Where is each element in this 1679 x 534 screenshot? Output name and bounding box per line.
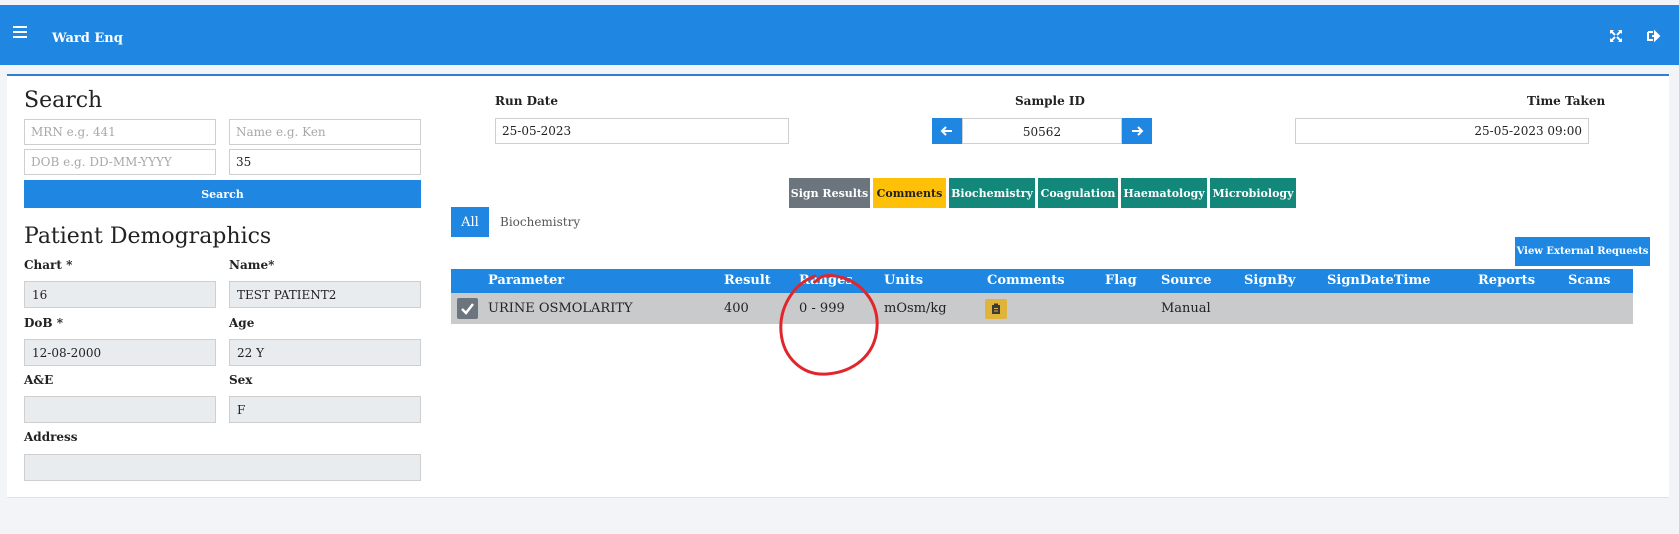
filter-biochemistry-link[interactable]: Biochemistry bbox=[500, 215, 580, 229]
biochemistry-button[interactable]: Biochemistry bbox=[949, 178, 1035, 208]
coagulation-button[interactable]: Coagulation bbox=[1038, 178, 1118, 208]
comments-button[interactable]: Comments bbox=[873, 178, 946, 208]
checkmark-icon bbox=[461, 303, 474, 315]
col-flag: Flag bbox=[1105, 273, 1137, 288]
sign-results-button[interactable]: Sign Results bbox=[789, 178, 870, 208]
dob-field: 12-08-2000 bbox=[24, 339, 216, 366]
col-sign-by: SignBy bbox=[1244, 273, 1296, 288]
view-external-requests-button[interactable]: View External Requests bbox=[1515, 237, 1650, 266]
search-heading: Search bbox=[24, 88, 103, 113]
col-reports: Reports bbox=[1478, 273, 1536, 288]
row-select-checkbox[interactable] bbox=[457, 298, 478, 319]
search-button[interactable]: Search bbox=[24, 180, 421, 208]
expand-icon[interactable] bbox=[1609, 29, 1623, 43]
col-comments: Comments bbox=[987, 273, 1065, 288]
run-date-label: Run Date bbox=[495, 94, 558, 108]
cell-ranges: 0 - 999 bbox=[799, 301, 845, 316]
ae-label: A&E bbox=[24, 373, 54, 387]
menu-icon[interactable] bbox=[13, 26, 27, 40]
cell-source: Manual bbox=[1161, 301, 1211, 316]
logout-icon[interactable] bbox=[1647, 29, 1661, 43]
top-bar: Ward Enq bbox=[0, 5, 1679, 65]
time-taken-label: Time Taken bbox=[1527, 94, 1606, 108]
chart-label: Chart * bbox=[24, 258, 73, 272]
sex-field: F bbox=[229, 396, 421, 423]
arrow-left-icon bbox=[940, 126, 952, 136]
cell-units: mOsm/kg bbox=[884, 301, 947, 316]
col-sign-date-time: SignDateTime bbox=[1327, 273, 1431, 288]
previous-sample-button[interactable] bbox=[932, 118, 962, 144]
patient-name-field: TEST PATIENT2 bbox=[229, 281, 421, 308]
arrow-right-icon bbox=[1132, 126, 1144, 136]
age-field: 22 Y bbox=[229, 339, 421, 366]
sex-label: Sex bbox=[229, 373, 253, 387]
address-field bbox=[24, 454, 421, 481]
col-result: Result bbox=[724, 273, 771, 288]
filter-all-button[interactable]: All bbox=[451, 207, 489, 237]
col-parameter: Parameter bbox=[488, 273, 565, 288]
run-date-input[interactable] bbox=[495, 118, 789, 144]
cell-result: 400 bbox=[724, 301, 749, 316]
table-row[interactable]: URINE OSMOLARITY 400 0 - 999 mOsm/kg Man… bbox=[451, 293, 1633, 324]
haematology-button[interactable]: Haematology bbox=[1121, 178, 1207, 208]
ae-field bbox=[24, 396, 216, 423]
col-units: Units bbox=[884, 273, 924, 288]
age-label: Age bbox=[229, 316, 255, 330]
cell-parameter: URINE OSMOLARITY bbox=[488, 301, 633, 316]
name-label: Name* bbox=[229, 258, 275, 272]
demographics-heading: Patient Demographics bbox=[24, 224, 272, 249]
mrn-input[interactable] bbox=[24, 119, 216, 145]
col-scans: Scans bbox=[1568, 273, 1611, 288]
clipboard-icon bbox=[992, 303, 1000, 314]
dob-input[interactable] bbox=[24, 149, 216, 175]
dob-label: DoB * bbox=[24, 316, 64, 330]
sample-id-label: Sample ID bbox=[1015, 94, 1085, 108]
comment-clipboard-button[interactable] bbox=[985, 299, 1007, 319]
chart-field: 16 bbox=[24, 281, 216, 308]
col-ranges: Ranges bbox=[799, 273, 853, 288]
search-extra-input[interactable] bbox=[229, 149, 421, 175]
address-label: Address bbox=[24, 430, 78, 444]
next-sample-button[interactable] bbox=[1122, 118, 1152, 144]
microbiology-button[interactable]: Microbiology bbox=[1210, 178, 1296, 208]
time-taken-input[interactable] bbox=[1295, 118, 1589, 144]
app-title: Ward Enq bbox=[52, 31, 123, 46]
name-input[interactable] bbox=[229, 119, 421, 145]
col-source: Source bbox=[1161, 273, 1212, 288]
results-table-header: Parameter Result Ranges Units Comments F… bbox=[451, 269, 1633, 293]
sample-id-field[interactable]: 50562 bbox=[962, 118, 1122, 144]
